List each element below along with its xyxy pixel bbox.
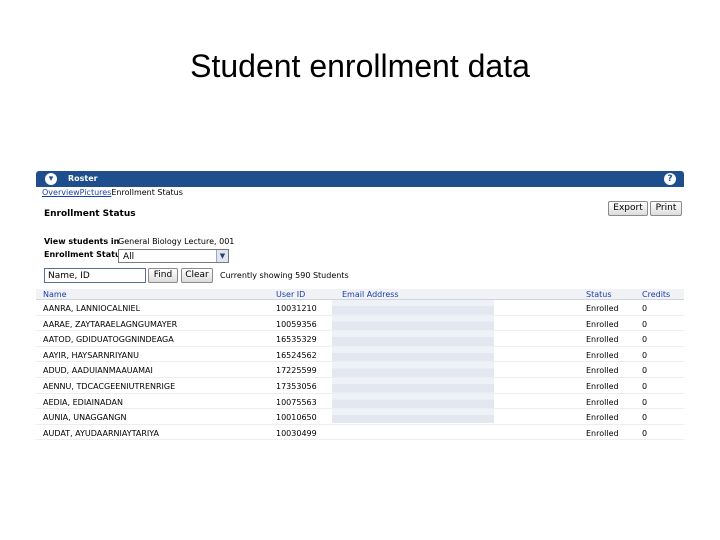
cell-credits: 0 <box>642 413 648 423</box>
roster-window: ▾ Roster ? OverviewPicturesEnrollment St… <box>36 171 684 443</box>
cell-name[interactable]: AENNU, TDCACGEENIUTRENRIGE <box>43 382 175 391</box>
cell-name[interactable]: AAYIR, HAYSARNRIYANU <box>43 351 139 360</box>
enrollment-status-label: Enrollment Status <box>44 250 126 259</box>
cell-user-id: 16524562 <box>276 350 317 360</box>
cell-status: Enrolled <box>586 366 619 376</box>
cell-user-id: 10031210 <box>276 304 317 313</box>
table-row[interactable]: AEDIA, EDIAINADAN 10075563 Enrolled 0 <box>36 394 684 410</box>
cell-status: Enrolled <box>586 413 619 423</box>
tab-enrollment-status[interactable]: Enrollment Status <box>111 188 183 197</box>
cell-status: Enrolled <box>586 335 619 345</box>
cell-credits: 0 <box>642 428 648 438</box>
cell-user-id: 17353056 <box>276 381 317 391</box>
enrollment-status-value: All <box>123 252 135 262</box>
table-row[interactable]: ADUD, AADUIANMAAUAMAI 17225599 Enrolled 0 <box>36 362 684 378</box>
cell-status: Enrolled <box>586 304 619 313</box>
table-row[interactable]: AATOD, GDIDUATOGGNINDEAGA 16535329 Enrolle… <box>36 331 684 347</box>
find-button[interactable]: Find <box>148 268 178 283</box>
table-row[interactable]: AANRA, LANNIOCALNIEL 10031210 Enrolled 0 <box>36 300 684 316</box>
tab-pictures[interactable]: Pictures <box>80 188 112 197</box>
cell-name[interactable]: AARAE, ZAYTARAELAGNGUMAYER <box>43 320 177 329</box>
course-value: General Biology Lecture, 001 <box>118 237 235 246</box>
clear-button[interactable]: Clear <box>181 268 213 283</box>
cell-status: Enrolled <box>586 428 619 438</box>
cell-name[interactable]: AUNIA, UNAGGANGN <box>43 413 126 422</box>
cell-credits: 0 <box>642 381 648 391</box>
view-tabs: OverviewPicturesEnrollment Status <box>42 188 183 197</box>
cell-user-id: 10059356 <box>276 319 317 329</box>
cell-status: Enrolled <box>586 381 619 391</box>
slide-title: Student enrollment data <box>190 48 530 84</box>
cell-credits: 0 <box>642 304 648 313</box>
table-row[interactable]: AUDAT, AYUDAARNIAYTARIYA 10030499 Enrolled… <box>36 425 684 441</box>
table-row[interactable]: AAYIR, HAYSARNRIYANU 16524562 Enrolled 0 <box>36 347 684 363</box>
table-header: Name User ID Email Address Status Credit… <box>36 289 684 300</box>
showing-count: Currently showing 590 Students <box>220 271 349 280</box>
table-row[interactable]: AARAE, ZAYTARAELAGNGUMAYER 10059356 Enroll… <box>36 316 684 332</box>
cell-credits: 0 <box>642 350 648 360</box>
cell-status: Enrolled <box>586 319 619 329</box>
table-row[interactable]: AENNU, TDCACGEENIUTRENRIGE 17353056 Enroll… <box>36 378 684 394</box>
view-students-label: View students in <box>44 237 120 246</box>
enrollment-status-select[interactable]: All ▼ <box>118 249 229 263</box>
cell-credits: 0 <box>642 366 648 376</box>
cell-status: Enrolled <box>586 350 619 360</box>
cell-name[interactable]: AEDIA, EDIAINADAN <box>43 398 123 407</box>
cell-name[interactable]: AATOD, GDIDUATOGGNINDEAGA <box>43 335 174 344</box>
cell-name[interactable]: ADUD, AADUIANMAAUAMAI <box>43 366 153 375</box>
table-body: AANRA, LANNIOCALNIEL 10031210 Enrolled 0 AAR… <box>36 300 684 441</box>
cell-user-id: 17225599 <box>276 366 317 376</box>
header-user-id[interactable]: User ID <box>276 290 305 299</box>
cell-name[interactable]: AUDAT, AYUDAARNIAYTARIYA <box>43 429 159 438</box>
print-button[interactable]: Print <box>650 201 682 216</box>
header-email[interactable]: Email Address <box>342 290 399 299</box>
cell-user-id: 10010650 <box>276 413 317 423</box>
roster-table: Name User ID Email Address Status Credit… <box>36 289 684 441</box>
help-icon[interactable]: ? <box>664 173 676 185</box>
search-input[interactable] <box>44 268 146 283</box>
header-status[interactable]: Status <box>586 290 612 299</box>
cell-user-id: 16535329 <box>276 335 317 345</box>
cell-user-id: 10075563 <box>276 397 317 407</box>
cell-credits: 0 <box>642 335 648 345</box>
header-name[interactable]: Name <box>43 290 67 299</box>
export-button[interactable]: Export <box>608 201 648 216</box>
tab-overview[interactable]: Overview <box>42 188 80 197</box>
cell-credits: 0 <box>642 319 648 329</box>
cell-name[interactable]: AANRA, LANNIOCALNIEL <box>43 304 140 313</box>
cell-credits: 0 <box>642 397 648 407</box>
section-title: Enrollment Status <box>44 209 136 219</box>
roster-icon[interactable]: ▾ <box>45 173 57 185</box>
chevron-down-icon[interactable]: ▼ <box>216 250 228 262</box>
cell-status: Enrolled <box>586 397 619 407</box>
header-credits[interactable]: Credits <box>642 290 670 299</box>
table-row[interactable]: AUNIA, UNAGGANGN 10010650 Enrolled 0 <box>36 409 684 425</box>
window-titlebar: ▾ Roster ? <box>36 171 684 187</box>
window-title: Roster <box>68 174 98 183</box>
cell-user-id: 10030499 <box>276 428 317 438</box>
